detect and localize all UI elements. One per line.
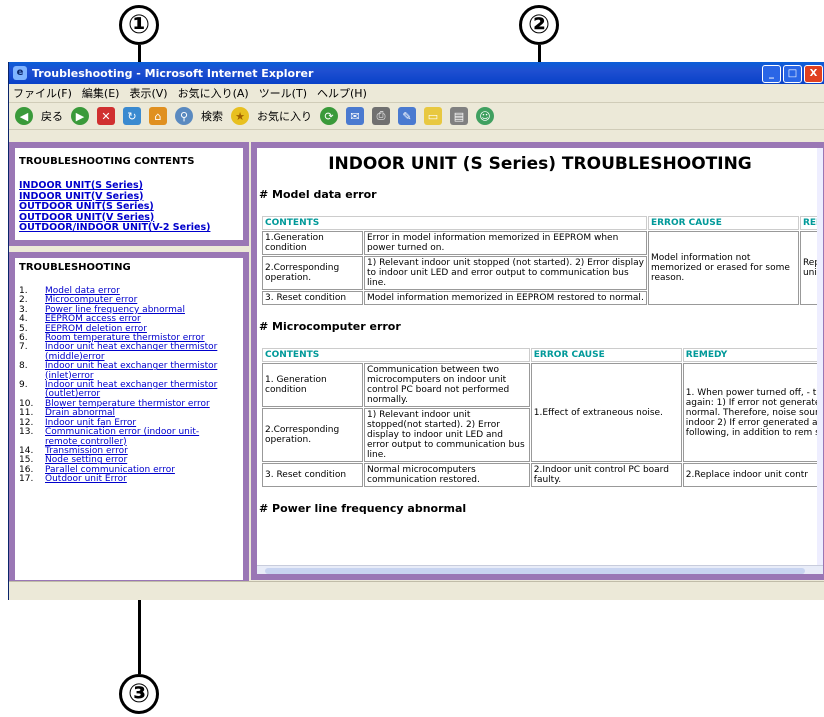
search-icon[interactable]: ⚲ [175,107,193,125]
close-button[interactable]: X [804,65,823,83]
print-icon[interactable]: ⎙ [372,107,390,125]
minimize-button[interactable]: _ [762,65,781,83]
favorites-label[interactable]: お気に入り [257,108,312,124]
history-icon[interactable]: ⟳ [320,107,338,125]
search-label[interactable]: 検索 [201,108,223,124]
menu-tools[interactable]: ツール(T) [259,85,307,101]
back-icon[interactable]: ◀ [15,107,33,125]
browser-window: e Troubleshooting - Microsoft Internet E… [8,62,824,600]
favorites-icon[interactable]: ★ [231,107,249,125]
messenger-icon[interactable]: ☺ [476,107,494,125]
menu-file[interactable]: ファイル(F) [13,85,72,101]
address-bar[interactable] [9,130,824,140]
home-icon[interactable]: ⌂ [149,107,167,125]
menu-bar: ファイル(F) 編集(E) 表示(V) お気に入り(A) ツール(T) ヘルプ(… [9,84,824,103]
research-icon[interactable]: ▤ [450,107,468,125]
back-label[interactable]: 戻る [41,108,63,124]
ie-icon: e [13,66,27,80]
forward-icon[interactable]: ▶ [71,107,89,125]
folder-icon[interactable]: ▭ [424,107,442,125]
callout-3: ③ [119,674,159,714]
callout-3-leader [138,590,141,674]
highlight-frame-3 [9,252,249,586]
refresh-icon[interactable]: ↻ [123,107,141,125]
highlight-frame-1 [9,142,249,246]
menu-help[interactable]: ヘルプ(H) [317,85,367,101]
status-bar [9,581,824,600]
toolbar: ◀ 戻る ▶ ✕ ↻ ⌂ ⚲ 検索 ★ お気に入り ⟳ ✉ ⎙ ✎ ▭ ▤ ☺ [9,103,824,130]
window-title: Troubleshooting - Microsoft Internet Exp… [32,66,314,80]
menu-edit[interactable]: 編集(E) [82,85,120,101]
stop-icon[interactable]: ✕ [97,107,115,125]
maximize-button[interactable]: □ [783,65,802,83]
frameset: TROUBLESHOOTING CONTENTS INDOOR UNIT(S S… [9,140,824,586]
mail-icon[interactable]: ✉ [346,107,364,125]
menu-favorites[interactable]: お気に入り(A) [178,85,249,101]
callout-1: ① [119,5,159,45]
callout-2: ② [519,5,559,45]
edit-icon[interactable]: ✎ [398,107,416,125]
menu-view[interactable]: 表示(V) [129,85,167,101]
highlight-frame-2 [251,142,824,580]
title-bar: e Troubleshooting - Microsoft Internet E… [9,62,824,84]
